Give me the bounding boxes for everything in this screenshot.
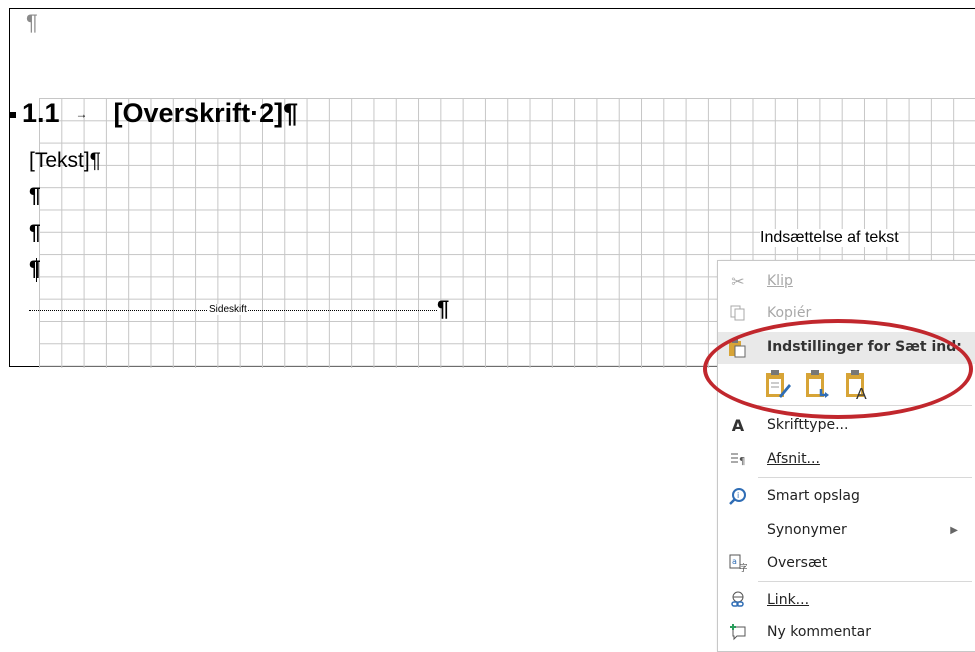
- svg-text:字: 字: [739, 562, 747, 572]
- menu-item-synonyms[interactable]: Synonymer ▶: [718, 514, 975, 546]
- scissors-icon: ✂: [731, 271, 745, 291]
- menu-item-paragraph[interactable]: ¶ Afsnit...: [718, 443, 975, 475]
- menu-separator: [758, 581, 972, 582]
- paragraph-icon: ¶: [728, 449, 748, 469]
- empty-paragraph[interactable]: ¶: [29, 185, 41, 206]
- empty-paragraph[interactable]: ¶: [29, 222, 41, 243]
- svg-text:a: a: [732, 557, 737, 566]
- font-icon: A: [731, 415, 745, 435]
- heading-number: 1.1: [22, 98, 60, 128]
- paragraph-mark: ¶: [26, 10, 38, 35]
- annotation-label: Indsættelse af tekst: [760, 229, 899, 247]
- empty-paragraph[interactable]: ¶: [29, 258, 41, 279]
- page-break-paragraph-mark: ¶: [437, 296, 450, 321]
- comment-icon: [728, 622, 748, 642]
- heading-text: [Overskrift·2]¶: [113, 98, 299, 128]
- page-break-label: Sideskift: [208, 304, 248, 315]
- list-bullet-icon: [10, 111, 16, 118]
- translate-icon: a字: [728, 553, 748, 573]
- menu-item-link[interactable]: Link...: [718, 584, 975, 616]
- menu-item-smart-lookup[interactable]: i Smart opslag: [718, 480, 975, 512]
- text-cursor: [36, 258, 37, 282]
- link-icon: [728, 590, 748, 610]
- menu-item-new-comment[interactable]: Ny kommentar: [718, 616, 975, 648]
- svg-text:¶: ¶: [739, 456, 745, 467]
- chevron-right-icon: ▶: [950, 524, 958, 536]
- tab-arrow-icon: →: [75, 106, 88, 121]
- menu-separator: [758, 477, 972, 478]
- heading-2[interactable]: 1.1 → [Overskrift·2]¶: [10, 98, 298, 129]
- copy-icon: [728, 303, 748, 323]
- svg-text:i: i: [737, 491, 739, 500]
- smart-lookup-icon: i: [728, 486, 748, 506]
- body-text-line[interactable]: [Tekst]¶: [29, 150, 101, 171]
- highlight-oval: [703, 319, 973, 419]
- menu-item-cut[interactable]: ✂ Klip: [718, 265, 975, 297]
- menu-item-translate[interactable]: a字 Oversæt: [718, 547, 975, 579]
